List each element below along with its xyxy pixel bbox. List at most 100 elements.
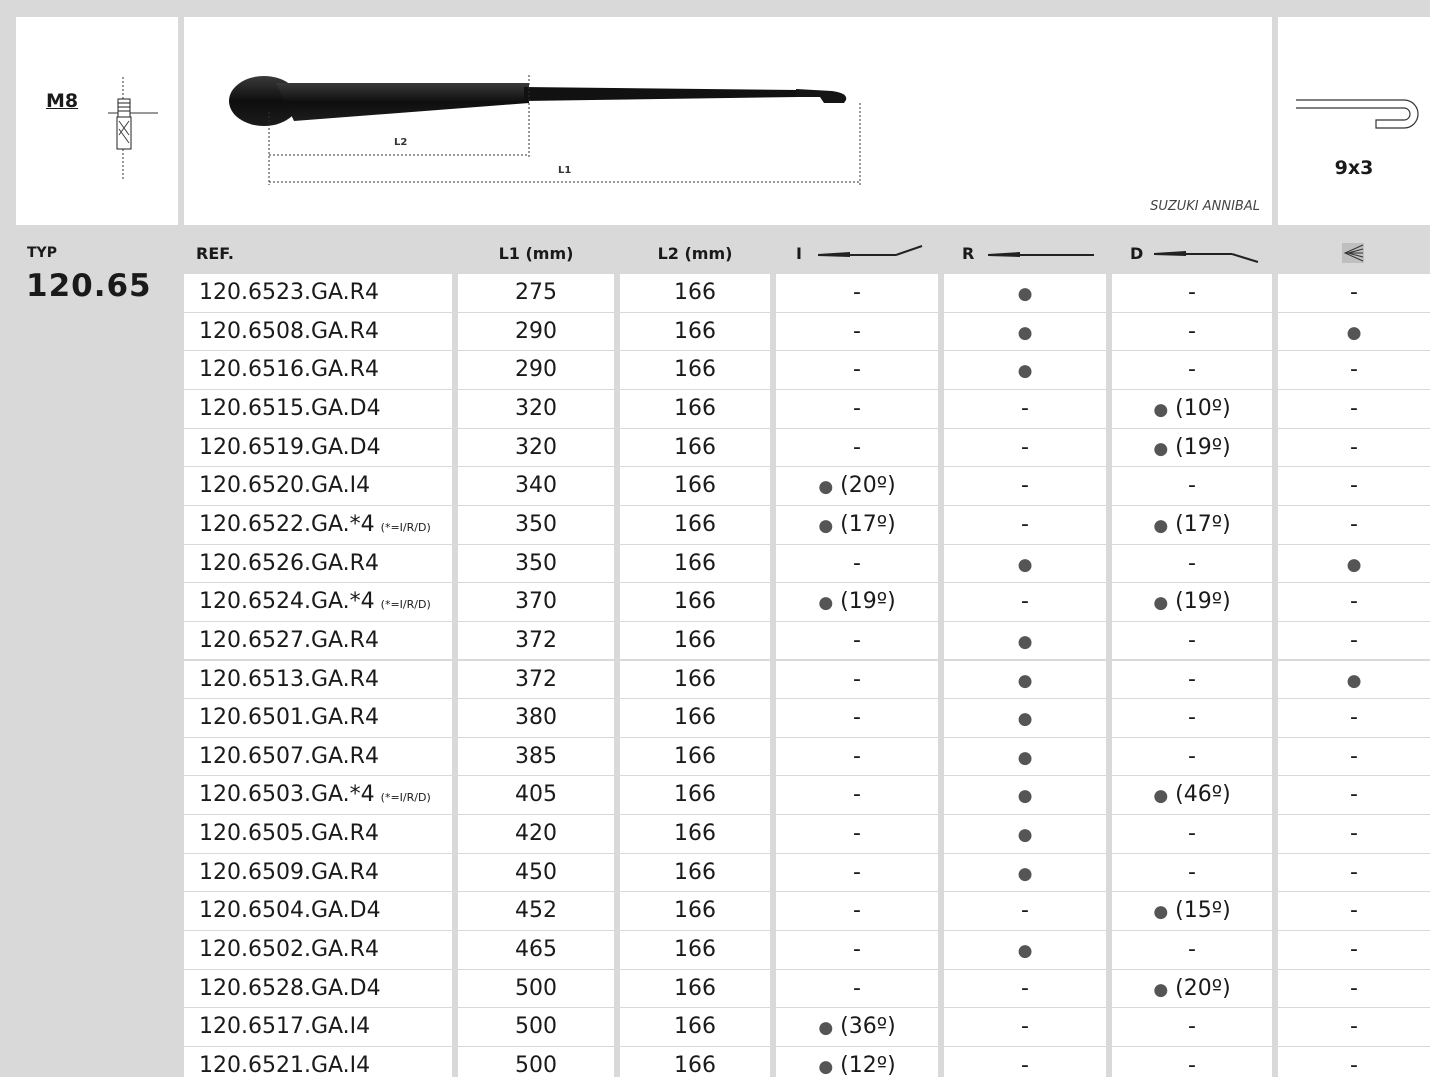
cell-l1: 420 xyxy=(458,815,614,853)
profile-shape-icon xyxy=(1296,99,1419,129)
cell-value: 320 xyxy=(515,434,557,460)
cell-d: - xyxy=(1112,931,1272,969)
reference-code: 120.6526.GA.R4 xyxy=(199,550,379,576)
cell-value: 290 xyxy=(515,357,557,383)
cell-l2: 166 xyxy=(620,1047,770,1085)
cell-r: ● xyxy=(944,621,1106,660)
cell-value: - xyxy=(1188,318,1196,344)
cell-i: ● (20º) xyxy=(776,467,938,505)
cell-value: 420 xyxy=(515,821,557,847)
table-row: 120.6508.GA.R4 290 166 - ● - ● xyxy=(184,312,1430,352)
cell-value: 320 xyxy=(515,395,557,421)
cell-value: - xyxy=(1021,395,1029,421)
cell-l2: 166 xyxy=(620,312,770,351)
cell-value: - xyxy=(853,782,861,808)
cell-n: - xyxy=(1278,389,1430,428)
cell-l2: 166 xyxy=(620,389,770,428)
reference-code: 120.6524.GA.*4 xyxy=(199,589,375,615)
dim-label-l1: L1 xyxy=(558,165,572,176)
cell-d: - xyxy=(1112,1047,1272,1085)
cell-ref: 120.6527.GA.R4 xyxy=(184,621,452,660)
cell-r: - xyxy=(944,505,1106,544)
cell-n: - xyxy=(1278,737,1430,776)
cell-value: - xyxy=(1350,589,1358,615)
cell-r: - xyxy=(944,428,1106,467)
cell-i: - xyxy=(776,351,938,389)
cell-value: - xyxy=(1188,821,1196,847)
cell-value: ● (15º) xyxy=(1153,898,1231,924)
reference-code: 120.6516.GA.R4 xyxy=(199,357,379,383)
cell-value: 372 xyxy=(515,627,557,653)
cell-r: ● xyxy=(944,312,1106,351)
cell-ref: 120.6524.GA.*4 (*=I/R/D) xyxy=(184,583,452,621)
cell-value: ● xyxy=(1017,631,1033,652)
cell-r: ● xyxy=(944,776,1106,815)
cell-value: 166 xyxy=(674,550,716,576)
cell-value: 166 xyxy=(674,589,716,615)
cell-i: ● (17º) xyxy=(776,505,938,544)
cell-d: ● (19º) xyxy=(1112,428,1272,467)
cell-value: 166 xyxy=(674,473,716,499)
cell-r: ● xyxy=(944,351,1106,389)
cell-value: 166 xyxy=(674,357,716,383)
cell-value: - xyxy=(1350,782,1358,808)
cell-value: - xyxy=(853,821,861,847)
cell-value: ● xyxy=(1346,322,1362,343)
cell-value: - xyxy=(1188,937,1196,963)
cell-i: - xyxy=(776,699,938,737)
cell-value: - xyxy=(1350,1053,1358,1078)
product-image-cell: L2 L1 SUZUKI ANNIBAL xyxy=(184,17,1272,225)
cell-r: - xyxy=(944,1047,1106,1085)
cell-value: ● xyxy=(1017,825,1033,846)
cell-d: - xyxy=(1112,1008,1272,1046)
cell-value: 166 xyxy=(674,859,716,885)
table-row: 120.6502.GA.R4 465 166 - ● - - xyxy=(184,931,1430,970)
cell-value: ● xyxy=(1017,554,1033,575)
profile-size-label: 9x3 xyxy=(1334,157,1374,179)
cell-r: - xyxy=(944,467,1106,505)
cell-l1: 500 xyxy=(458,1047,614,1085)
cell-value: - xyxy=(1350,280,1358,305)
cell-n: - xyxy=(1278,505,1430,544)
cell-value: ● xyxy=(1017,670,1033,691)
cell-ref: 120.6513.GA.R4 xyxy=(184,660,452,699)
cell-value: - xyxy=(1350,898,1358,924)
reference-code: 120.6522.GA.*4 xyxy=(199,511,375,537)
cell-l2: 166 xyxy=(620,351,770,389)
cell-n: - xyxy=(1278,351,1430,389)
cell-l1: 350 xyxy=(458,505,614,544)
cell-n: - xyxy=(1278,583,1430,621)
cell-value: 500 xyxy=(515,975,557,1001)
cell-value: 166 xyxy=(674,666,716,692)
reference-code: 120.6502.GA.R4 xyxy=(199,937,379,963)
cell-value: - xyxy=(1021,898,1029,924)
cell-r: ● xyxy=(944,815,1106,853)
cell-value: - xyxy=(853,280,861,305)
cell-d: ● (10º) xyxy=(1112,389,1272,428)
cell-d: ● (20º) xyxy=(1112,969,1272,1008)
cell-value: - xyxy=(853,395,861,421)
table-row: 120.6515.GA.D4 320 166 - - ● (10º) - xyxy=(184,389,1430,429)
cell-ref: 120.6504.GA.D4 xyxy=(184,892,452,931)
cell-value: - xyxy=(853,705,861,731)
table-row: 120.6501.GA.R4 380 166 - ● - - xyxy=(184,699,1430,738)
cell-value: 452 xyxy=(515,898,557,924)
cell-value: - xyxy=(1350,821,1358,847)
thread-cell: M8 xyxy=(16,17,178,225)
table-row: 120.6526.GA.R4 350 166 - ● - ● xyxy=(184,544,1430,584)
cell-value: ● (17º) xyxy=(818,511,896,537)
reference-code: 120.6527.GA.R4 xyxy=(199,627,379,653)
table-row: 120.6519.GA.D4 320 166 - - ● (19º) - xyxy=(184,428,1430,468)
cell-i: ● (12º) xyxy=(776,1047,938,1085)
cell-r: ● xyxy=(944,853,1106,892)
cell-i: ● (19º) xyxy=(776,583,938,621)
cell-value: ● (17º) xyxy=(1153,511,1231,537)
reference-code: 120.6528.GA.D4 xyxy=(199,975,381,1001)
type-column: TYP 120.65 xyxy=(16,231,178,1077)
cell-i: - xyxy=(776,660,938,699)
cell-value: 166 xyxy=(674,937,716,963)
cell-ref: 120.6516.GA.R4 xyxy=(184,351,452,389)
cell-value: 166 xyxy=(674,898,716,924)
cell-value: - xyxy=(853,434,861,460)
cell-d: ● (17º) xyxy=(1112,505,1272,544)
